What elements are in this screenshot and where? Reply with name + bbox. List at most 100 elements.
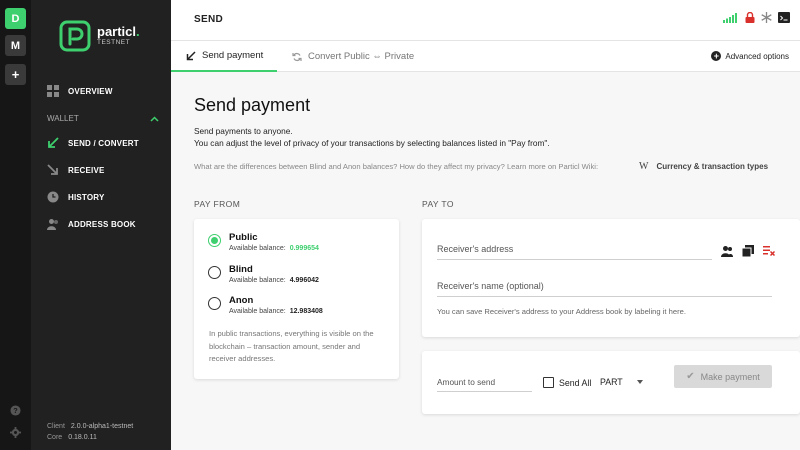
- amount-card: Amount to send Send All PART ✔ Make paym…: [422, 351, 800, 414]
- overview-icon: [47, 85, 59, 97]
- radio-button[interactable]: [208, 266, 221, 279]
- core-version: 0.18.0.11: [68, 434, 97, 441]
- sidebar: particl. TESTNET OVERVIEW WALLET SEND / …: [31, 0, 171, 450]
- address-actions: [721, 245, 775, 257]
- particl-logo-icon: [59, 20, 91, 52]
- brand-logo: particl. TESTNET: [59, 20, 140, 52]
- send-all-label: Send All: [559, 377, 592, 388]
- wallet-switch-d[interactable]: D: [5, 8, 26, 29]
- sidebar-item-overview[interactable]: OVERVIEW: [31, 81, 171, 101]
- clear-field-icon[interactable]: [763, 245, 775, 257]
- plus-circle-icon: +: [711, 51, 722, 61]
- intro-text-line1: Send payments to anyone.: [194, 126, 293, 136]
- address-book-lookup-icon[interactable]: [721, 245, 733, 257]
- sidebar-item-label: SEND / CONVERT: [68, 138, 139, 148]
- client-version-info: Client 2.0.0-alpha1-testnet Core 0.18.0.11: [47, 421, 133, 443]
- settings-icon[interactable]: [10, 427, 21, 438]
- receiver-address-input[interactable]: Receiver's address: [437, 244, 712, 260]
- signal-bars-icon[interactable]: [723, 12, 739, 23]
- send-icon: [48, 137, 59, 148]
- client-label: Client: [47, 423, 65, 430]
- balance-option-name: Public: [229, 232, 258, 243]
- pay-to-label: PAY TO: [422, 199, 454, 209]
- sidebar-item-history[interactable]: HISTORY: [31, 187, 171, 207]
- sidebar-item-address-book[interactable]: ADDRESS BOOK: [31, 214, 171, 234]
- make-payment-button[interactable]: ✔ Make payment: [674, 365, 772, 388]
- amount-input[interactable]: Amount to send: [437, 377, 532, 392]
- balance-prefix: Available balance:: [229, 277, 286, 284]
- chevron-up-icon: [150, 115, 159, 122]
- send-arrow-icon: [186, 50, 196, 60]
- receiver-name-input[interactable]: Receiver's name (optional): [437, 281, 772, 297]
- paste-icon[interactable]: [742, 245, 754, 257]
- radio-button-selected[interactable]: [208, 234, 221, 247]
- tab-bar: Send payment Convert Public ⇔ Private + …: [171, 41, 800, 72]
- status-icons: [723, 12, 790, 23]
- balance-amount: 0.999654: [289, 245, 319, 252]
- client-version: 2.0.0-alpha1-testnet: [70, 423, 134, 430]
- balance-prefix: Available balance:: [229, 308, 286, 315]
- balance-option-anon[interactable]: Anon Available balance: 12.983408: [208, 295, 323, 315]
- checkmark-icon: ✔: [686, 371, 695, 382]
- balance-option-blind[interactable]: Blind Available balance: 4.996042: [208, 264, 319, 284]
- console-icon[interactable]: [778, 12, 790, 23]
- main-content: Send payment Send payments to anyone. Yo…: [171, 72, 800, 450]
- balance-option-public[interactable]: Public Available balance: 0.999654: [208, 232, 319, 252]
- balance-line: Available balance: 4.996042: [229, 277, 319, 284]
- intro-text-line2: You can adjust the level of privacy of y…: [194, 138, 550, 148]
- tab-send-payment[interactable]: Send payment: [171, 41, 277, 72]
- pay-from-card: Public Available balance: 0.999654 Blind …: [194, 219, 399, 379]
- wikipedia-icon: W: [639, 161, 649, 172]
- svg-text:?: ?: [13, 406, 18, 415]
- page-header: SEND: [171, 0, 800, 41]
- address-book-note: You can save Receiver's address to your …: [437, 307, 686, 316]
- address-book-icon: [47, 219, 58, 230]
- pay-from-label: PAY FROM: [194, 199, 241, 209]
- pay-to-card: Receiver's address Receiver's name (opti…: [422, 219, 800, 337]
- advanced-options-button[interactable]: + Advanced options: [711, 51, 789, 61]
- tab-label: Convert Public ⇔ Private: [308, 51, 415, 62]
- core-label: Core: [47, 434, 63, 441]
- balance-line: Available balance: 12.983408: [229, 308, 323, 315]
- checkbox[interactable]: [543, 377, 554, 388]
- currency-select[interactable]: PART: [600, 377, 643, 388]
- network-label: TESTNET: [97, 39, 131, 47]
- send-all-checkbox[interactable]: Send All: [543, 377, 591, 388]
- help-icon[interactable]: ?: [10, 405, 21, 416]
- currency-value: PART: [600, 377, 623, 387]
- tab-convert[interactable]: Convert Public ⇔ Private: [292, 41, 414, 72]
- sidebar-item-receive[interactable]: RECEIVE: [31, 160, 171, 180]
- advanced-options-label: Advanced options: [725, 51, 789, 61]
- wiki-question: What are the differences between Blind a…: [194, 162, 599, 171]
- wallet-section-label: WALLET: [47, 114, 79, 123]
- sidebar-item-send-convert[interactable]: SEND / CONVERT: [31, 133, 171, 153]
- wiki-link[interactable]: W Currency & transaction types: [639, 161, 768, 172]
- radio-button[interactable]: [208, 297, 221, 310]
- wiki-link-label: Currency & transaction types: [656, 162, 769, 171]
- app-root: D M + ? particl. TESTNET OVERVIEW WALLET…: [0, 0, 800, 450]
- balance-option-name: Anon: [229, 295, 254, 306]
- sidebar-item-label: RECEIVE: [68, 165, 105, 175]
- convert-icon: [292, 52, 302, 61]
- sidebar-item-label: OVERVIEW: [68, 86, 113, 96]
- wallet-switch-m[interactable]: M: [5, 35, 26, 56]
- wallet-section-header[interactable]: WALLET: [47, 114, 159, 123]
- balance-option-name: Blind: [229, 264, 253, 275]
- staking-icon[interactable]: [761, 12, 772, 23]
- chevron-down-icon: [637, 380, 643, 384]
- brand-name: particl.: [97, 24, 140, 40]
- sidebar-item-label: ADDRESS BOOK: [68, 219, 136, 229]
- page-header-title: SEND: [194, 14, 223, 25]
- history-icon: [47, 191, 59, 203]
- add-wallet-button[interactable]: +: [5, 64, 26, 85]
- make-payment-label: Make payment: [700, 371, 760, 382]
- wallet-rail: D M + ?: [0, 0, 31, 450]
- tab-label: Send payment: [202, 50, 264, 61]
- lock-icon[interactable]: [745, 12, 755, 23]
- page-title: Send payment: [194, 95, 311, 115]
- balance-amount: 12.983408: [289, 308, 323, 315]
- balance-prefix: Available balance:: [229, 245, 286, 252]
- sidebar-item-label: HISTORY: [68, 192, 105, 202]
- receive-icon: [47, 164, 58, 175]
- balance-amount: 4.996042: [289, 277, 319, 284]
